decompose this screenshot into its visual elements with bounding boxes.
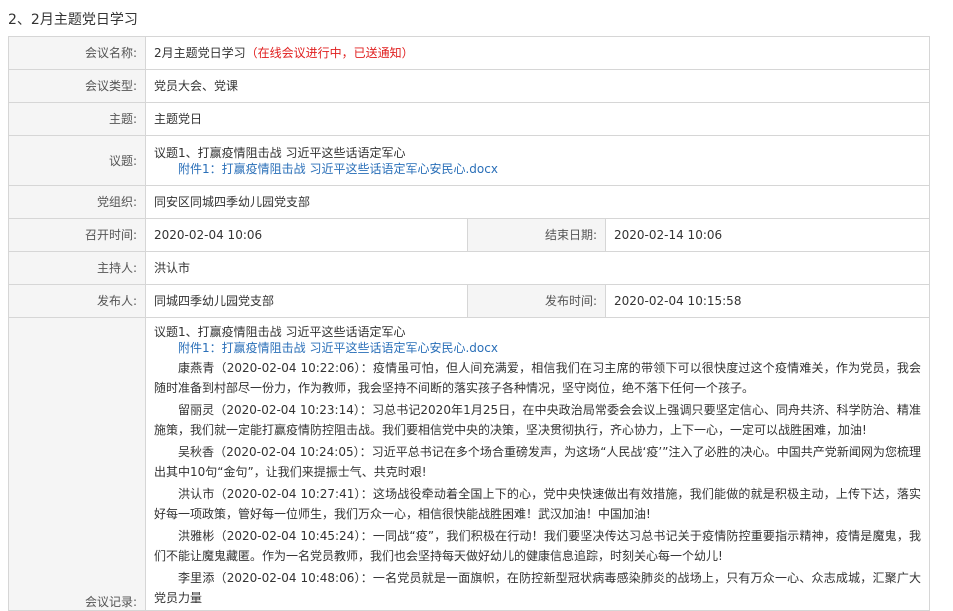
meeting-type-label: 会议类型: [8,69,146,103]
org-label: 党组织: [8,185,146,219]
row-org: 党组织: 同安区同城四季幼儿园党支部 [8,185,930,219]
end-date-value: 2020-02-14 10:06 [605,218,930,252]
publish-time-label: 发布时间: [467,284,606,318]
agenda-attachment-link[interactable]: 附件1：打赢疫情阻击战 习近平这些话语定军心安民心.docx [154,161,921,177]
row-time: 召开时间: 2020-02-04 10:06 结束日期: 2020-02-14 … [8,218,930,252]
start-time-label: 召开时间: [8,218,146,252]
meeting-name-cell: 2月主题党日学习（在线会议进行中，已送通知） [145,36,930,70]
meeting-type-value: 党员大会、党课 [145,69,930,103]
agenda-cell: 议题1、打赢疫情阻击战 习近平这些话语定军心 附件1：打赢疫情阻击战 习近平这些… [145,135,930,186]
meeting-record-label: 会议记录: [8,317,146,611]
row-agenda: 议题: 议题1、打赢疫情阻击战 习近平这些话语定军心 附件1：打赢疫情阻击战 习… [8,135,930,186]
record-entries: 康燕青（2020-02-04 10:22:06）：疫情虽可怕，但人间充满爱，相信… [154,358,921,608]
meeting-status-text: （在线会议进行中，已送通知） [245,46,414,60]
theme-label: 主题: [8,102,146,136]
record-entry: 康燕青（2020-02-04 10:22:06）：疫情虽可怕，但人间充满爱，相信… [154,361,921,395]
record-entry: 李里添（2020-02-04 10:48:06）：一名党员就是一面旗帜，在防控新… [154,571,921,605]
record-entry: 洪雅彬（2020-02-04 10:45:24）：一同战“疫”，我们积极在行动！… [154,529,921,563]
meeting-name-value: 2月主题党日学习 [154,46,246,60]
row-meeting-type: 会议类型: 党员大会、党课 [8,69,930,103]
meeting-record-cell: 议题1、打赢疫情阻击战 习近平这些话语定军心 附件1：打赢疫情阻击战 习近平这些… [145,317,930,611]
agenda-topic: 议题1、打赢疫情阻击战 习近平这些话语定军心 [154,145,406,160]
record-topic: 议题1、打赢疫情阻击战 习近平这些话语定军心 [154,325,406,339]
host-value: 洪认市 [145,251,930,285]
publisher-value: 同城四季幼儿园党支部 [145,284,468,318]
host-label: 主持人: [8,251,146,285]
record-entry: 留丽灵（2020-02-04 10:23:14）：习总书记2020年1月25日，… [154,403,921,437]
theme-value: 主题党日 [145,102,930,136]
meeting-info-table: 会议名称: 2月主题党日学习（在线会议进行中，已送通知） 会议类型: 党员大会、… [8,36,930,611]
section-title: 2、2月主题党日学习 [8,12,138,28]
record-entry: 洪认市（2020-02-04 10:27:41）：这场战役牵动着全国上下的心，党… [154,487,921,521]
row-host: 主持人: 洪认市 [8,251,930,285]
agenda-label: 议题: [8,135,146,186]
start-time-value: 2020-02-04 10:06 [145,218,468,252]
row-meeting-name: 会议名称: 2月主题党日学习（在线会议进行中，已送通知） [8,36,930,70]
org-value: 同安区同城四季幼儿园党支部 [145,185,930,219]
end-date-label: 结束日期: [467,218,606,252]
publisher-label: 发布人: [8,284,146,318]
record-entry: 吴秋香（2020-02-04 10:24:05）：习近平总书记在多个场合重磅发声… [154,445,921,479]
publish-time-value: 2020-02-04 10:15:58 [605,284,930,318]
row-theme: 主题: 主题党日 [8,102,930,136]
meeting-name-label: 会议名称: [8,36,146,70]
row-publisher: 发布人: 同城四季幼儿园党支部 发布时间: 2020-02-04 10:15:5… [8,284,930,318]
record-attachment-link[interactable]: 附件1：打赢疫情阻击战 习近平这些话语定军心安民心.docx [154,340,921,356]
row-meeting-record: 会议记录: 议题1、打赢疫情阻击战 习近平这些话语定军心 附件1：打赢疫情阻击战… [8,317,930,611]
